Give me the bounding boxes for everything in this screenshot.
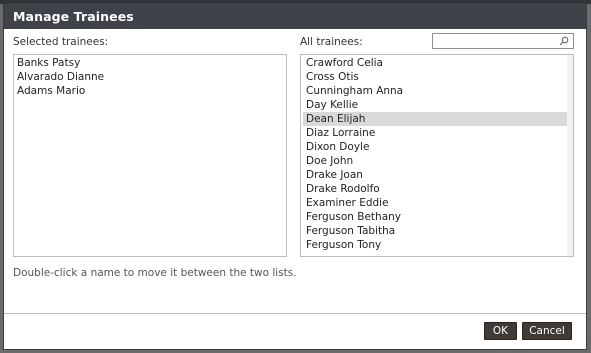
scrollbar[interactable]	[567, 55, 573, 256]
all-trainee-item[interactable]: Crawford Celia	[303, 56, 567, 70]
cancel-button[interactable]: Cancel	[522, 322, 572, 340]
search-input[interactable]	[435, 35, 553, 47]
dialog-titlebar: Manage Trainees	[4, 4, 586, 29]
selected-trainees-list[interactable]: Banks Patsy Alvarado Dianne Adams Mario	[13, 54, 287, 257]
selected-trainee-item[interactable]: Adams Mario	[14, 84, 286, 98]
selected-trainees-label: Selected trainees:	[13, 36, 109, 48]
all-trainee-item[interactable]: Cunningham Anna	[303, 84, 567, 98]
all-trainee-item[interactable]: Ferguson Tabitha	[303, 224, 567, 238]
all-trainee-item[interactable]: Examiner Eddie	[303, 196, 567, 210]
all-trainees-label: All trainees:	[300, 36, 363, 48]
ok-button[interactable]: OK	[484, 322, 517, 340]
all-trainee-item[interactable]: Diaz Lorraine	[303, 126, 567, 140]
all-trainee-item[interactable]: Drake Joan	[303, 168, 567, 182]
search-icon[interactable]	[559, 36, 569, 46]
instructions-hint: Double-click a name to move it between t…	[13, 267, 297, 279]
footer-divider	[4, 313, 586, 314]
all-trainee-item[interactable]: Ferguson Tony	[303, 238, 567, 252]
all-trainee-item[interactable]: Ferguson Bethany	[303, 210, 567, 224]
all-trainee-item[interactable]: Cross Otis	[303, 70, 567, 84]
all-trainee-item[interactable]: Drake Rodolfo	[303, 182, 567, 196]
all-trainee-item[interactable]: Doe John	[303, 154, 567, 168]
selected-trainee-item[interactable]: Alvarado Dianne	[14, 70, 286, 84]
manage-trainees-dialog: Manage Trainees Selected trainees: All t…	[3, 3, 587, 350]
dialog-title: Manage Trainees	[13, 9, 134, 24]
all-trainee-item[interactable]: Dixon Doyle	[303, 140, 567, 154]
all-trainee-item[interactable]: Dean Elijah	[303, 112, 567, 126]
search-field[interactable]	[432, 33, 574, 49]
all-trainee-item[interactable]: Day Kellie	[303, 98, 567, 112]
selected-trainee-item[interactable]: Banks Patsy	[14, 56, 286, 70]
all-trainees-list[interactable]: Crawford Celia Cross Otis Cunningham Anna D…	[300, 54, 574, 257]
